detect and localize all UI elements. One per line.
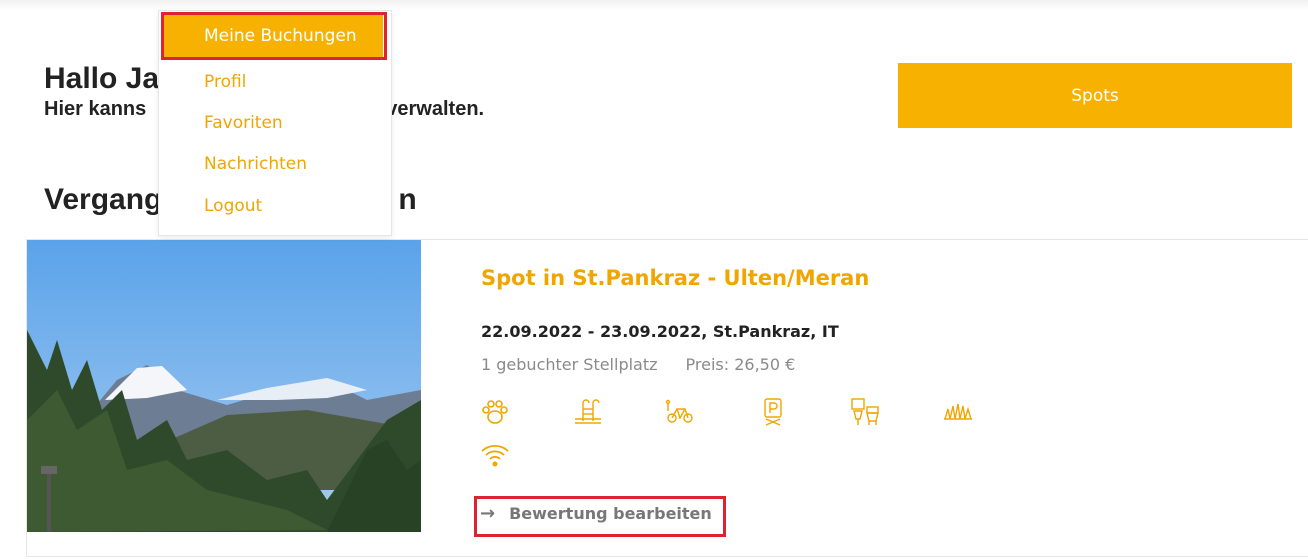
top-bar xyxy=(0,0,1308,10)
menu-item-nachrichten[interactable]: Nachrichten xyxy=(204,154,307,174)
subtitle-end: verwalten. xyxy=(386,98,485,120)
menu-item-logout[interactable]: Logout xyxy=(204,196,262,216)
grass-icon xyxy=(943,397,973,427)
edit-review-link[interactable]: → Bewertung bearbeiten xyxy=(480,503,712,524)
menu-item-favoriten[interactable]: Favoriten xyxy=(204,113,283,133)
menu-item-meine-buchungen[interactable]: Meine Buchungen xyxy=(163,15,383,57)
subtitle-start: Hier kanns xyxy=(44,98,147,120)
pool-ladder-icon xyxy=(573,397,603,427)
booking-title[interactable]: Spot in St.Pankraz - Ulten/Meran xyxy=(481,266,869,290)
user-menu-dropdown: Meine Buchungen Profil Favoriten Nachric… xyxy=(158,10,392,236)
spot-photo[interactable] xyxy=(27,240,421,532)
arrow-right-icon: → xyxy=(480,503,496,524)
toilet-icon xyxy=(850,397,880,427)
paw-icon xyxy=(480,397,510,427)
parking-icon xyxy=(758,397,788,427)
booking-info: 1 gebuchter Stellplatz Preis: 26,50 € xyxy=(481,355,795,374)
edit-review-label: Bewertung bearbeiten xyxy=(509,504,712,523)
section-title-start: Vergang xyxy=(44,183,163,216)
booking-price: Preis: 26,50 € xyxy=(685,355,796,374)
spots-button[interactable]: Spots xyxy=(898,63,1292,128)
section-title-end: n xyxy=(398,183,417,216)
menu-item-profil[interactable]: Profil xyxy=(204,72,246,92)
booked-spots: 1 gebuchter Stellplatz xyxy=(481,355,658,374)
booking-dates: 22.09.2022 - 23.09.2022, St.Pankraz, IT xyxy=(481,322,839,341)
wifi-icon xyxy=(480,440,510,470)
bike-icon xyxy=(665,397,695,427)
